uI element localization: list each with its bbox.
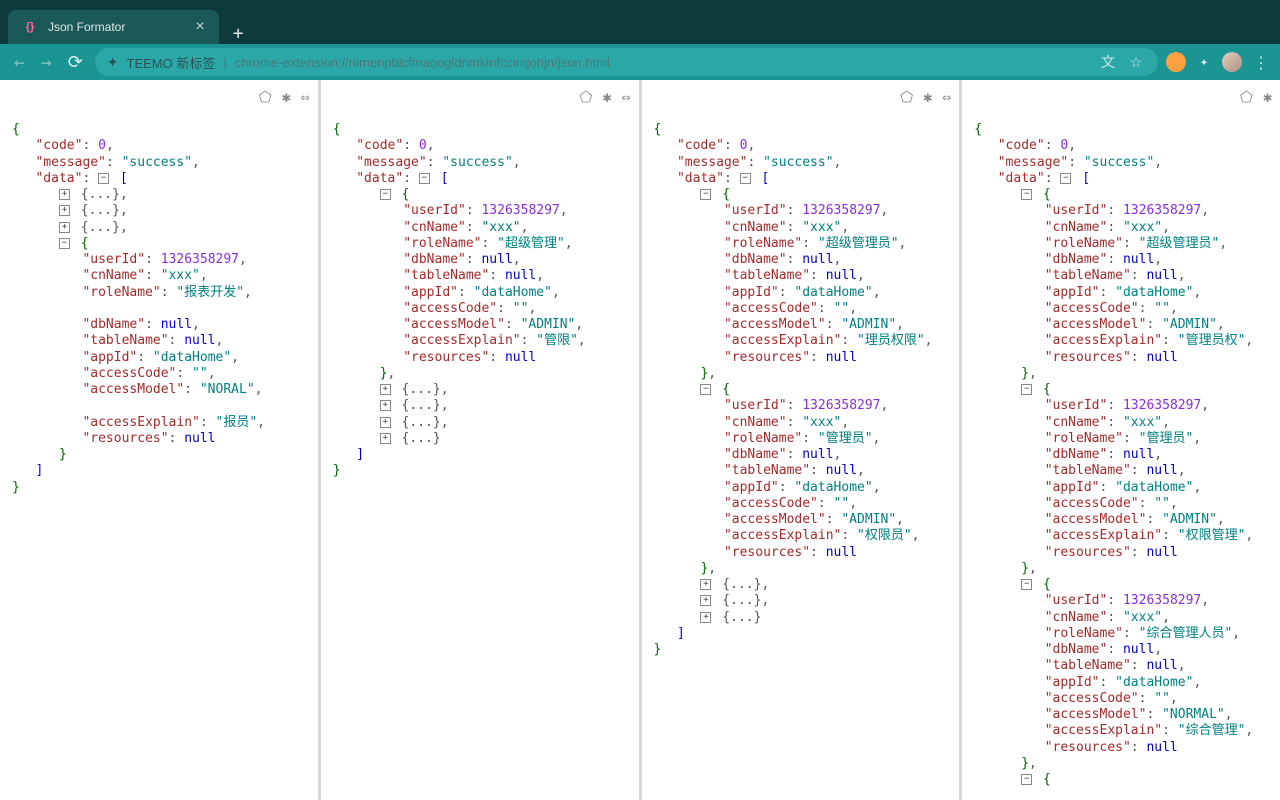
- browser-tabs-bar: {} Json Formator × +: [0, 0, 1280, 44]
- panel-toolbar: ⬠ ✱: [1240, 88, 1272, 106]
- toggle-icon[interactable]: +: [700, 579, 711, 590]
- toggle-icon[interactable]: −: [59, 238, 70, 249]
- bookmark-star-icon[interactable]: ☆: [1126, 52, 1146, 72]
- pin-icon[interactable]: ⬠: [1240, 88, 1253, 106]
- tab-favicon-icon: {}: [22, 19, 38, 35]
- pin-icon[interactable]: ⬠: [900, 88, 913, 106]
- reload-button[interactable]: ⟳: [64, 48, 87, 77]
- expand-icon[interactable]: ⇔: [942, 88, 951, 106]
- json-tree[interactable]: { "code": 0, "message": "success", "data…: [0, 80, 318, 800]
- toggle-icon[interactable]: −: [740, 173, 751, 184]
- toggle-icon[interactable]: +: [700, 612, 711, 623]
- toggle-icon[interactable]: +: [380, 384, 391, 395]
- extensions-puzzle-icon[interactable]: ✦: [1194, 52, 1214, 72]
- toggle-icon[interactable]: −: [1021, 579, 1032, 590]
- json-panel-1: ⬠ ✱ ⇔ { "code": 0, "message": "success",…: [0, 80, 321, 800]
- toggle-icon[interactable]: −: [1021, 189, 1032, 200]
- json-panels-container: ⬠ ✱ ⇔ { "code": 0, "message": "success",…: [0, 80, 1280, 800]
- json-panel-4: ⬠ ✱ { "code": 0, "message": "success", "…: [962, 80, 1280, 800]
- json-tree[interactable]: { "code": 0, "message": "success", "data…: [321, 80, 639, 800]
- toggle-icon[interactable]: +: [700, 595, 711, 606]
- url-text: chrome-extension://nimenpblcfmaoogldnmkl…: [235, 55, 610, 70]
- panel-toolbar: ⬠ ✱ ⇔: [579, 88, 630, 106]
- collapse-all-icon[interactable]: ✱: [1263, 88, 1272, 106]
- tab-title: Json Formator: [48, 20, 125, 34]
- extension-label: TEEMO 新标签: [127, 53, 216, 72]
- back-button[interactable]: ←: [10, 48, 29, 77]
- toggle-icon[interactable]: −: [1021, 774, 1032, 785]
- browser-tab[interactable]: {} Json Formator ×: [8, 10, 219, 44]
- profile-avatar-icon[interactable]: [1222, 52, 1242, 72]
- address-bar[interactable]: ✦ TEEMO 新标签 | chrome-extension://nimenpb…: [95, 48, 1158, 76]
- json-tree[interactable]: { "code": 0, "message": "success", "data…: [962, 80, 1280, 800]
- toggle-icon[interactable]: −: [419, 173, 430, 184]
- expand-icon[interactable]: ⇔: [301, 88, 310, 106]
- toggle-icon[interactable]: −: [1021, 384, 1032, 395]
- menu-icon[interactable]: ⋮: [1250, 52, 1270, 72]
- panel-toolbar: ⬠ ✱ ⇔: [900, 88, 951, 106]
- toggle-icon[interactable]: −: [700, 384, 711, 395]
- new-tab-button[interactable]: +: [219, 23, 258, 44]
- toggle-icon[interactable]: −: [380, 189, 391, 200]
- close-icon[interactable]: ×: [195, 18, 204, 36]
- toggle-icon[interactable]: +: [59, 205, 70, 216]
- pin-icon[interactable]: ⬠: [259, 88, 272, 106]
- toggle-icon[interactable]: −: [1060, 173, 1071, 184]
- toggle-icon[interactable]: +: [380, 400, 391, 411]
- toggle-icon[interactable]: +: [380, 417, 391, 428]
- json-panel-2: ⬠ ✱ ⇔ { "code": 0, "message": "success",…: [321, 80, 642, 800]
- extension-icon: ✦: [107, 54, 119, 71]
- panel-toolbar: ⬠ ✱ ⇔: [259, 88, 310, 106]
- ext-cat-icon[interactable]: [1166, 52, 1186, 72]
- browser-toolbar: ← → ⟳ ✦ TEEMO 新标签 | chrome-extension://n…: [0, 44, 1280, 80]
- json-tree[interactable]: { "code": 0, "message": "success", "data…: [642, 80, 960, 800]
- expand-icon[interactable]: ⇔: [621, 88, 630, 106]
- collapse-all-icon[interactable]: ✱: [923, 88, 932, 106]
- toggle-icon[interactable]: −: [98, 173, 109, 184]
- forward-button[interactable]: →: [37, 48, 56, 77]
- collapse-all-icon[interactable]: ✱: [282, 88, 291, 106]
- json-panel-3: ⬠ ✱ ⇔ { "code": 0, "message": "success",…: [642, 80, 963, 800]
- toggle-icon[interactable]: +: [59, 189, 70, 200]
- toggle-icon[interactable]: +: [380, 433, 391, 444]
- pin-icon[interactable]: ⬠: [579, 88, 592, 106]
- toggle-icon[interactable]: +: [59, 222, 70, 233]
- translate-icon[interactable]: 文: [1098, 52, 1118, 72]
- divider: |: [223, 55, 226, 70]
- toggle-icon[interactable]: −: [700, 189, 711, 200]
- collapse-all-icon[interactable]: ✱: [602, 88, 611, 106]
